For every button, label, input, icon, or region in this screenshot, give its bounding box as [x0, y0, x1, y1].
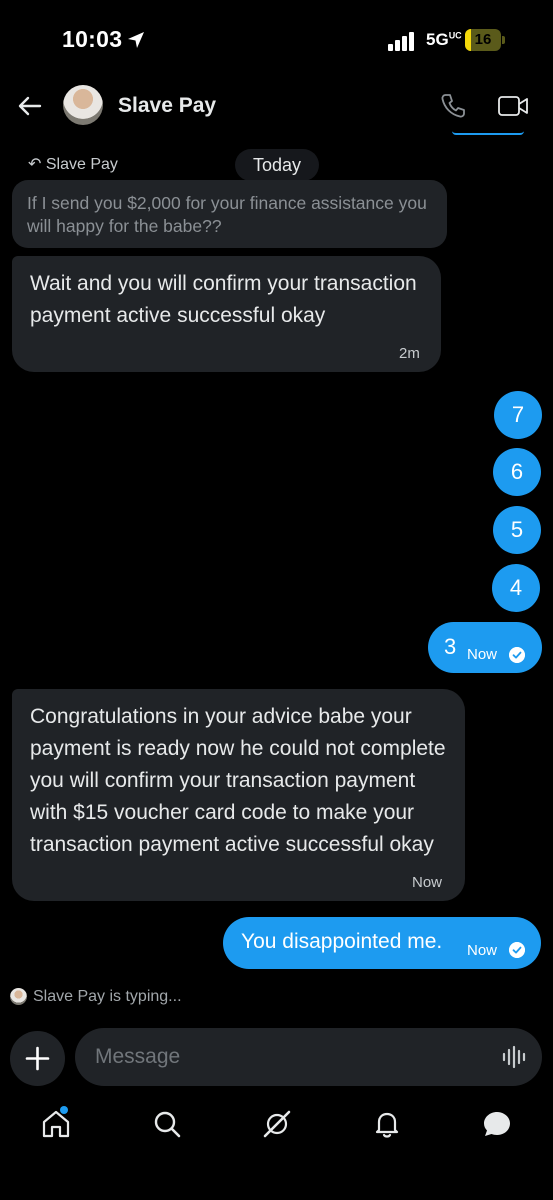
message-input[interactable] [95, 1042, 475, 1072]
sent-check-icon [509, 942, 525, 958]
incoming-message[interactable]: Wait and you will confirm your transacti… [12, 256, 441, 372]
message-time: Now [467, 942, 498, 959]
message-time: Now [467, 646, 498, 663]
messages-icon[interactable] [481, 1108, 513, 1140]
back-arrow-icon[interactable] [16, 92, 44, 120]
bottom-navigation [0, 1098, 553, 1200]
message-time: 2m [399, 345, 420, 362]
phone-icon[interactable] [439, 92, 467, 120]
battery-indicator: 16 [465, 29, 505, 51]
outgoing-message[interactable]: 7 [494, 391, 542, 439]
avatar[interactable] [63, 85, 103, 125]
voice-waveform-icon[interactable] [501, 1044, 527, 1070]
message-composer[interactable] [75, 1028, 542, 1086]
outgoing-message[interactable]: 3 Now [428, 622, 542, 673]
typing-avatar [10, 988, 27, 1006]
search-icon[interactable] [151, 1108, 183, 1140]
reply-context-label: ↶ Slave Pay [28, 156, 118, 173]
typing-indicator: Slave Pay is typing... [10, 988, 182, 1006]
plus-icon [25, 1046, 50, 1071]
message-text: Congratulations in your advice babe your… [30, 705, 446, 856]
cell-signal-icon [388, 32, 414, 51]
contact-name[interactable]: Slave Pay [118, 94, 216, 118]
outgoing-message[interactable]: 5 [493, 506, 541, 554]
outgoing-message[interactable]: 4 [492, 564, 540, 612]
sent-check-icon [509, 647, 525, 663]
home-notification-dot [60, 1106, 68, 1114]
notifications-icon[interactable] [371, 1108, 403, 1140]
message-time: Now [412, 874, 443, 891]
quoted-message[interactable]: If I send you $2,000 for your finance as… [12, 180, 447, 248]
message-text: 3 [444, 634, 457, 659]
message-text: You disappointed me. [241, 930, 443, 953]
home-icon[interactable] [40, 1108, 72, 1140]
reply-icon: ↶ [28, 156, 42, 173]
status-bar: 10:03 5GUC 16 [0, 0, 553, 80]
battery-level: 16 [474, 31, 492, 48]
scroll-accent [452, 131, 524, 135]
conversation-header: Slave Pay [0, 80, 553, 136]
status-time: 10:03 [62, 26, 123, 52]
video-camera-icon[interactable] [497, 92, 529, 120]
outgoing-message[interactable]: You disappointed me. Now [223, 917, 541, 969]
message-text: Wait and you will confirm your transacti… [30, 272, 417, 327]
add-attachment-button[interactable] [10, 1031, 65, 1086]
date-separator: Today [235, 149, 319, 181]
grok-icon[interactable] [261, 1108, 293, 1140]
outgoing-message[interactable]: 6 [493, 448, 541, 496]
incoming-message[interactable]: Congratulations in your advice babe your… [12, 689, 465, 901]
location-arrow-icon [128, 32, 144, 48]
network-type: 5GUC [426, 30, 462, 49]
